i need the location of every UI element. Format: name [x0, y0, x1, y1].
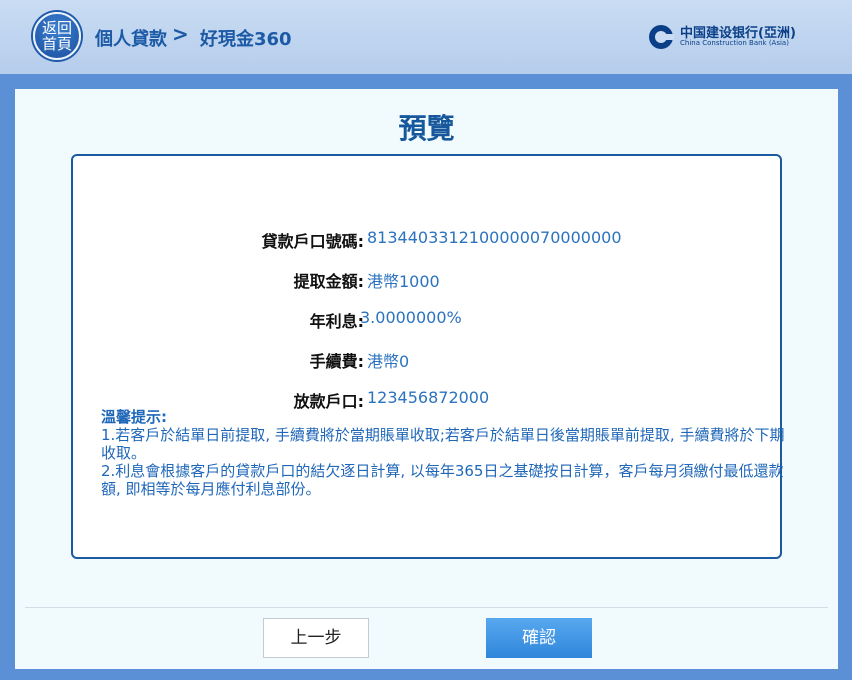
- loan-account-value: 8134403312100000070000000: [367, 228, 622, 247]
- home-label-line2: 首頁: [41, 35, 72, 53]
- reminder-title: 溫馨提示:: [101, 408, 167, 426]
- home-button[interactable]: 返回 首頁: [33, 12, 81, 60]
- detail-row-interest: 年利息: 3.0000000%: [73, 308, 784, 331]
- interest-label: 年利息:: [309, 312, 364, 331]
- detail-row-loan-account: 貸款戶口號碼: 8134403312100000070000000: [73, 228, 784, 251]
- reminder-line-1: 1.若客戶於結單日前提取, 手續費將於當期賬單收取;若客戶於結單日後當期賬單前提…: [101, 426, 785, 462]
- payout-account-value: 123456872000: [367, 388, 490, 407]
- amount-label: 提取金額:: [293, 272, 364, 291]
- chevron-right-icon: >: [172, 22, 189, 46]
- loan-account-label: 貸款戶口號碼:: [261, 232, 364, 251]
- reminder-line-2: 2.利息會根據客戶的貸款戶口的結欠逐日計算, 以每年365日之基礎按日計算，客戶…: [101, 462, 784, 498]
- interest-value: 3.0000000%: [360, 308, 462, 327]
- top-header: 返回 首頁 個人貸款 > 好現金360 中国建设银行(亞洲) China Con…: [0, 0, 852, 74]
- detail-row-payout-account: 放款戶口: 123456872000: [73, 388, 784, 411]
- breadcrumb-personal-loan[interactable]: 個人貸款: [95, 25, 167, 51]
- detail-row-fee: 手續費: 港幣0: [73, 348, 784, 371]
- page-title: 預覽: [398, 112, 455, 145]
- bank-logo: 中国建设银行(亞洲) China Construction Bank (Asia…: [646, 22, 826, 52]
- back-button[interactable]: 上一步: [263, 618, 369, 658]
- amount-value: 港幣1000: [367, 272, 440, 291]
- fee-value: 港幣0: [367, 352, 410, 371]
- home-label-line1: 返回: [41, 19, 72, 37]
- footer-divider: [25, 607, 828, 608]
- bank-logo-icon: [649, 25, 674, 49]
- main-panel: 預覽 貸款戶口號碼: 8134403312100000070000000 提取金…: [15, 89, 838, 669]
- preview-card: 貸款戶口號碼: 8134403312100000070000000 提取金額: …: [71, 154, 785, 559]
- reminder-notes: 溫馨提示: 1.若客戶於結單日前提取, 手續費將於當期賬單收取;若客戶於結單日後…: [101, 408, 785, 498]
- bank-name-en: China Construction Bank (Asia): [680, 39, 789, 47]
- fee-label: 手續費:: [309, 352, 364, 371]
- detail-row-amount: 提取金額: 港幣1000: [73, 268, 784, 291]
- breadcrumb-current-page: 好現金360: [200, 29, 292, 50]
- confirm-button[interactable]: 確認: [486, 618, 592, 658]
